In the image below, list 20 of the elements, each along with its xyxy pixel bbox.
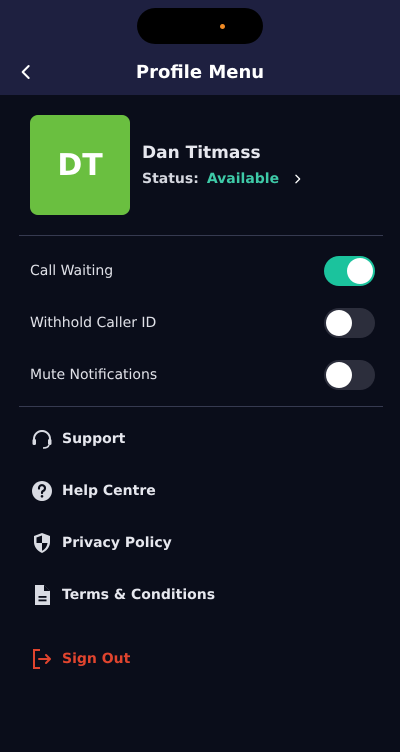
avatar: DT — [30, 115, 130, 215]
setting-label: Call Waiting — [30, 263, 114, 279]
toggle-switch[interactable] — [324, 256, 375, 286]
setting-label: Mute Notifications — [30, 367, 158, 383]
toggle-switch[interactable] — [324, 360, 375, 390]
menu-item[interactable]: Support — [19, 427, 126, 451]
headset-icon — [30, 427, 54, 451]
status-label: Status: — [142, 171, 199, 187]
user-name: Dan Titmass — [142, 143, 262, 163]
toggle-switch[interactable] — [324, 308, 375, 338]
camera-dot-icon — [220, 24, 224, 28]
setting-label: Withhold Caller ID — [30, 315, 156, 331]
page-title: Profile Menu — [136, 62, 264, 82]
sign-out-icon — [30, 647, 54, 671]
menu-item[interactable]: Privacy Policy — [19, 531, 172, 555]
status-value[interactable]: Available — [206, 171, 280, 187]
menu-item[interactable]: Terms & Conditions — [19, 583, 216, 607]
help-icon — [30, 479, 54, 503]
sign-out-button[interactable]: Sign Out — [19, 647, 130, 671]
menu-item[interactable]: Help Centre — [19, 479, 156, 503]
